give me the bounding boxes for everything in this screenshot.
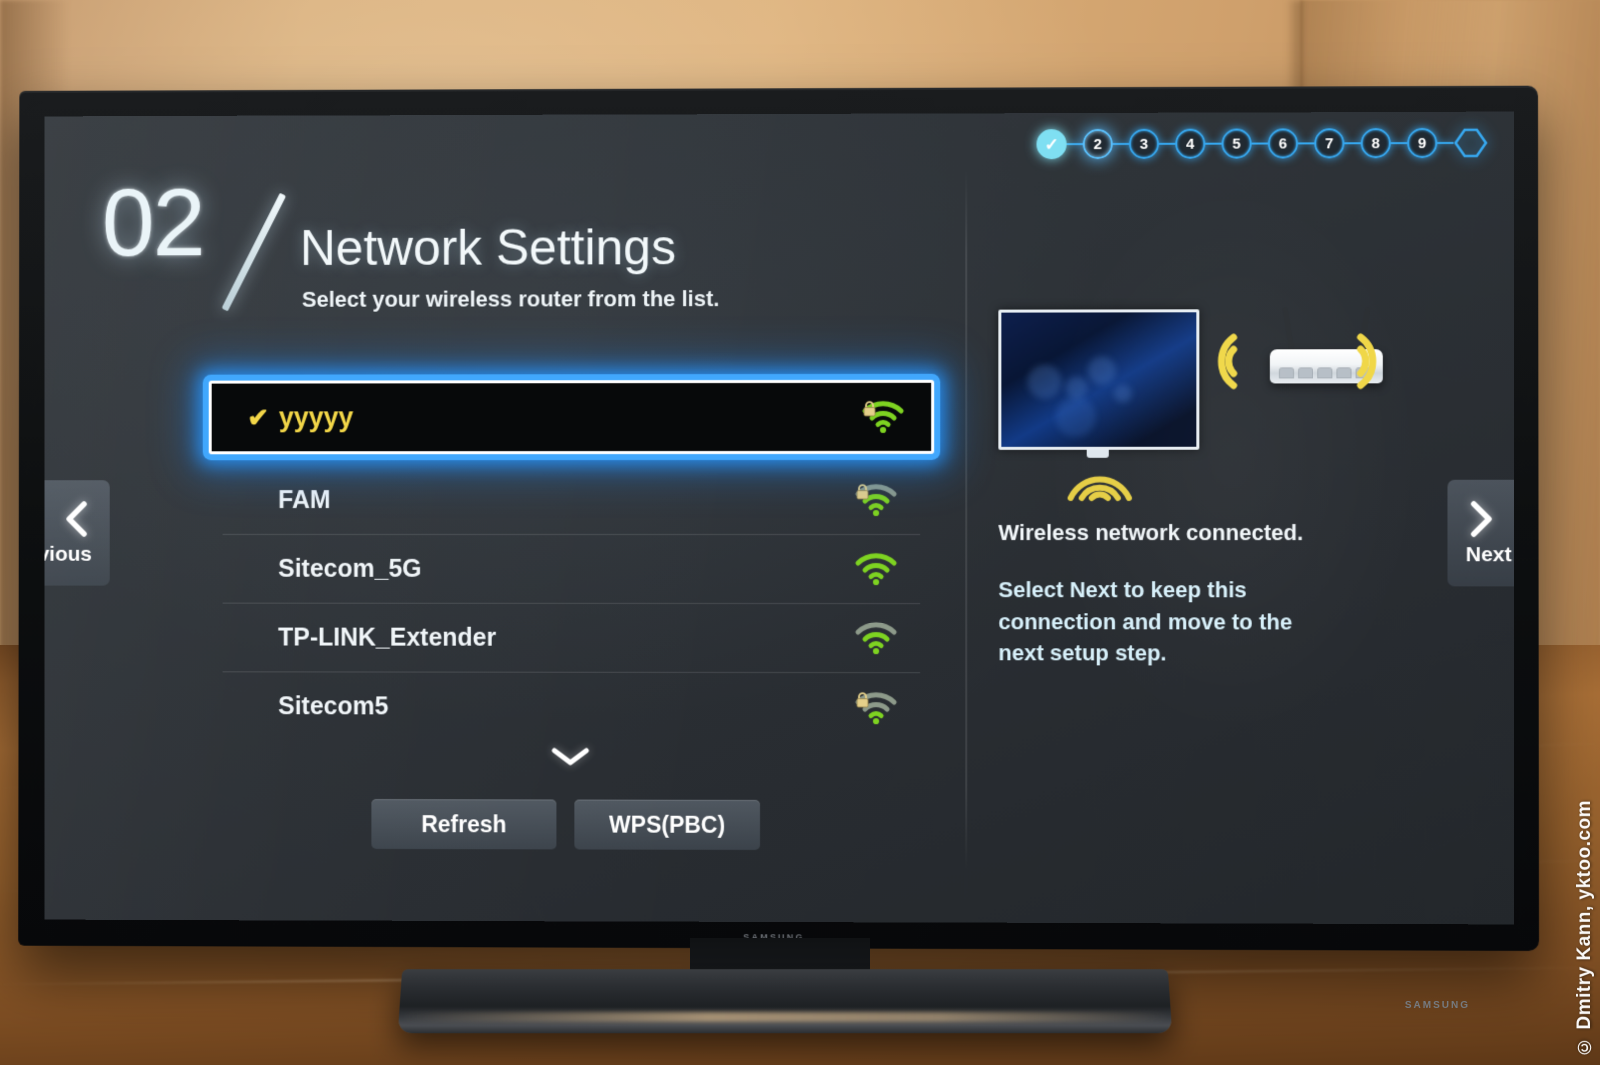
- previous-button[interactable]: Previous: [44, 480, 110, 586]
- wps-pbc-button[interactable]: WPS(PBC): [574, 799, 761, 850]
- router-antenna-left: [1282, 307, 1295, 354]
- network-ssid: TP-LINK_Extender: [278, 623, 497, 652]
- step-connector: [1251, 142, 1268, 145]
- tv-stand-base: [397, 969, 1173, 1034]
- lock-icon: [856, 691, 868, 707]
- network-row[interactable]: Sitecom_5G: [222, 534, 921, 605]
- step-connector: [1344, 141, 1361, 145]
- step-indicator-2-current[interactable]: 2: [1082, 128, 1113, 160]
- tv-screen: ✓ 2 3 4 5 6 7 8 9 02 Network Settings Se…: [44, 111, 1515, 925]
- step-connector: [1437, 141, 1454, 145]
- wifi-wave-router-right-icon: [1353, 331, 1395, 391]
- info-panel: Wireless network connected. Select Next …: [998, 299, 1431, 670]
- network-row[interactable]: Sitecom5: [223, 672, 921, 742]
- step-indicator-3[interactable]: 3: [1128, 128, 1160, 159]
- step-connector: [1112, 142, 1129, 146]
- step-indicator-7[interactable]: 7: [1314, 128, 1345, 159]
- network-ssid: FAM: [278, 485, 331, 514]
- wireless-network-list[interactable]: ✔ yyyyy FAM Sitecom_5G TP-LINK_Extender …: [208, 379, 935, 742]
- step-indicator-6[interactable]: 6: [1267, 128, 1299, 159]
- tv-stand-highlight: [400, 1012, 1170, 1022]
- step-connector: [1205, 142, 1222, 145]
- connection-status-text: Wireless network connected.: [998, 520, 1304, 546]
- step-indicator-9[interactable]: 9: [1407, 127, 1438, 159]
- check-icon: ✓: [1044, 134, 1059, 154]
- network-row-selected[interactable]: ✔ yyyyy: [208, 379, 935, 455]
- panel-divider: [965, 169, 968, 871]
- tv-illustration-stand: [1086, 449, 1109, 458]
- chevron-down-icon: [549, 746, 591, 768]
- info-text-block: Wireless network connected. Select Next …: [998, 518, 1431, 670]
- connection-instruction-text: Select Next to keep this connection and …: [998, 576, 1293, 666]
- next-button-label: Next: [1465, 543, 1512, 567]
- wifi-signal-secured-icon: [861, 400, 905, 434]
- network-row[interactable]: FAM: [222, 465, 921, 536]
- step-indicator-8[interactable]: 8: [1360, 128, 1391, 159]
- wifi-signal-open-icon: [854, 552, 898, 586]
- network-row[interactable]: TP-LINK_Extender: [222, 603, 921, 674]
- network-ssid: yyyyy: [278, 401, 354, 432]
- step-connector: [1066, 142, 1083, 146]
- wifi-wave-tv-icon: [1063, 458, 1137, 504]
- step-indicator-5[interactable]: 5: [1221, 128, 1252, 159]
- step-indicator-1-done[interactable]: ✓: [1036, 129, 1067, 160]
- tv-illustration-icon: [998, 309, 1200, 450]
- page-title: Network Settings: [299, 219, 677, 276]
- step-connector: [1390, 141, 1408, 145]
- step-indicator-4[interactable]: 4: [1175, 128, 1206, 159]
- television: SAMSUNG ✓ 2 3 4 5 6 7: [14, 85, 1540, 951]
- refresh-button[interactable]: Refresh: [371, 799, 557, 850]
- step-connector: [1298, 142, 1315, 145]
- header-slash-divider: [221, 192, 287, 312]
- step-indicator-finish-hexagon-icon[interactable]: [1454, 128, 1488, 158]
- lock-icon: [856, 483, 868, 500]
- next-button[interactable]: Next: [1447, 479, 1515, 587]
- selected-check-icon: ✔: [247, 402, 269, 433]
- wifi-wave-router-left-icon: [1199, 331, 1241, 391]
- network-ssid: Sitecom_5G: [278, 554, 422, 583]
- tv-stand-logo: SAMSUNG: [1404, 1000, 1470, 1011]
- network-ssid: Sitecom5: [278, 692, 389, 721]
- step-connector: [1159, 142, 1176, 146]
- wifi-signal-secured-icon: [854, 691, 898, 725]
- wifi-signal-open-icon: [854, 621, 898, 655]
- lock-icon: [863, 400, 875, 417]
- photo-watermark: © Dmitry Kann, yktoo.com: [1574, 800, 1595, 1057]
- photo-scene: SAMSUNG ✓ 2 3 4 5 6 7: [0, 0, 1600, 1065]
- chevron-right-icon: [1466, 499, 1496, 539]
- page-subtitle: Select your wireless router from the lis…: [301, 286, 720, 312]
- setup-step-indicator: ✓ 2 3 4 5 6 7 8 9: [1036, 127, 1488, 160]
- scroll-down-button[interactable]: [223, 745, 921, 768]
- previous-button-label: Previous: [44, 542, 92, 566]
- step-number: 02: [101, 169, 204, 277]
- connection-illustration: [998, 299, 1401, 500]
- chevron-left-icon: [62, 499, 92, 539]
- wifi-signal-secured-icon: [854, 483, 898, 517]
- list-action-buttons: Refresh WPS(PBC): [371, 799, 761, 850]
